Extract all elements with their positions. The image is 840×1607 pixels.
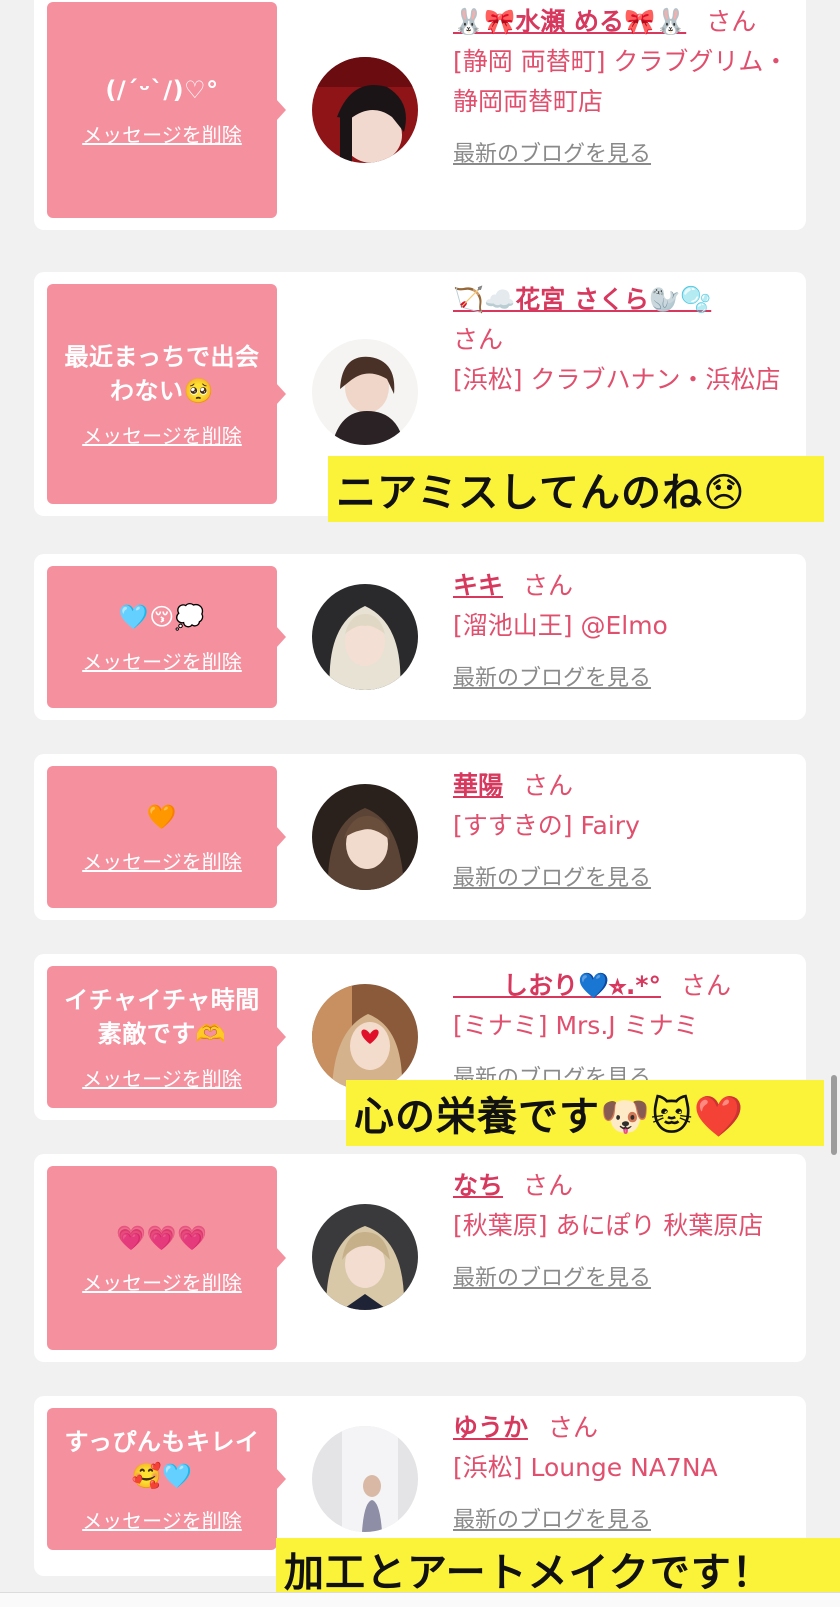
latest-blog-link[interactable]: 最新のブログを見る [453, 660, 793, 692]
caption-overlay: 心の栄養です🐶🐱❤️ [346, 1080, 824, 1146]
message-bubble: 🧡 メッセージを削除 [47, 766, 286, 908]
cast-info: しおり💙⭐︎.*° さん [ミナミ] Mrs.J ミナミ 最新のブログを見る [453, 966, 793, 1092]
san-suffix: さん [548, 1413, 599, 1442]
message-bubble: イチャイチャ時間素敵です🫶 メッセージを削除 [47, 966, 286, 1108]
delete-message-link[interactable]: メッセージを削除 [82, 846, 242, 875]
message-bubble: 最近まっちで出会わない🥺 メッセージを削除 [47, 284, 286, 504]
message-text: 💗💗💗 [116, 1223, 208, 1252]
cast-name-line: キキ さん [453, 566, 793, 606]
cast-name-link[interactable]: 華陽 [453, 771, 503, 800]
delete-message-link[interactable]: メッセージを削除 [82, 646, 242, 675]
cast-name-line: しおり💙⭐︎.*° さん [453, 966, 793, 1006]
latest-blog-link[interactable]: 最新のブログを見る [453, 1502, 793, 1534]
delete-message-link[interactable]: メッセージを削除 [82, 420, 242, 449]
message-card: 💗💗💗 メッセージを削除 なち さん [秋葉原] あにぽり 秋葉原店 最新のブログ… [34, 1154, 806, 1362]
cast-info: 🐰🎀水瀬 める🎀🐰 さん [静岡 両替町] クラブグリム・静岡両替町店 最新のブロ… [453, 2, 793, 168]
cast-name-line: 華陽 さん [453, 766, 793, 806]
message-bubble: (/ˊᵕˋ/)♡° メッセージを削除 [47, 2, 286, 218]
san-suffix: さん [706, 7, 757, 36]
avatar[interactable] [312, 984, 418, 1090]
cast-name-link[interactable]: しおり💙⭐︎.*° [453, 971, 661, 1000]
cast-info: 華陽 さん [すすきの] Fairy 最新のブログを見る [453, 766, 793, 892]
cast-name-link[interactable]: キキ [453, 571, 503, 600]
cast-name-link[interactable]: なち [453, 1171, 503, 1200]
message-bubble: 💗💗💗 メッセージを削除 [47, 1166, 286, 1350]
message-text: イチャイチャ時間素敵です🫶 [64, 985, 260, 1048]
message-text: (/ˊᵕˋ/)♡° [105, 75, 219, 104]
shop-info: [ミナミ] Mrs.J ミナミ [453, 1011, 699, 1040]
delete-message-link[interactable]: メッセージを削除 [82, 1505, 242, 1534]
san-suffix: さん [680, 971, 731, 1000]
cast-name-line: ゆうか さん [453, 1408, 793, 1448]
bottom-bar [0, 1592, 840, 1607]
shop-info: [溜池山王] @Elmo [453, 611, 668, 640]
avatar[interactable] [312, 784, 418, 890]
caption-overlay: ニアミスしてんのね😞 [328, 456, 824, 522]
shop-info: [秋葉原] あにぽり 秋葉原店 [453, 1211, 764, 1240]
message-card: 🩵😚💭 メッセージを削除 キキ さん [溜池山王] @Elmo 最新のブログを見る [34, 554, 806, 720]
shop-info: [浜松] クラブハナン・浜松店 [453, 365, 781, 394]
shop-info: [すすきの] Fairy [453, 811, 640, 840]
cast-name-line: なち さん [453, 1166, 793, 1206]
avatar[interactable] [312, 1204, 418, 1310]
avatar[interactable] [312, 339, 418, 445]
scrollbar[interactable] [831, 1075, 837, 1155]
message-text: 🩵😚💭 [118, 602, 206, 631]
message-card: 🧡 メッセージを削除 華陽 さん [すすきの] Fairy 最新のブログを見る [34, 754, 806, 920]
cast-info: キキ さん [溜池山王] @Elmo 最新のブログを見る [453, 566, 793, 692]
delete-message-link[interactable]: メッセージを削除 [82, 119, 242, 148]
cast-info: なち さん [秋葉原] あにぽり 秋葉原店 最新のブログを見る [453, 1166, 793, 1292]
latest-blog-link[interactable]: 最新のブログを見る [453, 1260, 793, 1292]
cast-name-link[interactable]: 🐰🎀水瀬 める🎀🐰 [453, 7, 686, 36]
message-bubble: すっぴんもキレイ🥰🩵 メッセージを削除 [47, 1408, 286, 1550]
cast-name-link[interactable]: 🏹☁️花宮 さくら🦭🫧 [453, 285, 711, 314]
avatar[interactable] [312, 1426, 418, 1532]
san-suffix: さん [523, 571, 574, 600]
message-bubble: 🩵😚💭 メッセージを削除 [47, 566, 286, 708]
message-card: (/ˊᵕˋ/)♡° メッセージを削除 🐰🎀水瀬 める🎀🐰 さん [静岡 両替町] … [34, 0, 806, 230]
avatar[interactable] [312, 584, 418, 690]
message-text: すっぴんもキレイ🥰🩵 [64, 1427, 260, 1490]
message-text: 🧡 [146, 802, 178, 831]
latest-blog-link[interactable]: 最新のブログを見る [453, 860, 793, 892]
cast-name-line: 🐰🎀水瀬 める🎀🐰 さん [453, 2, 793, 42]
san-suffix: さん [453, 325, 504, 354]
latest-blog-link[interactable]: 最新のブログを見る [453, 136, 793, 168]
cast-info: ゆうか さん [浜松] Lounge NA7NA 最新のブログを見る [453, 1408, 793, 1534]
cast-info: 🏹☁️花宮 さくら🦭🫧 さん [浜松] クラブハナン・浜松店 [453, 280, 793, 400]
delete-message-link[interactable]: メッセージを削除 [82, 1267, 242, 1296]
delete-message-link[interactable]: メッセージを削除 [82, 1063, 242, 1092]
san-suffix: さん [523, 771, 574, 800]
san-suffix: さん [523, 1171, 574, 1200]
shop-info: [浜松] Lounge NA7NA [453, 1453, 718, 1482]
caption-overlay: 加工とアートメイクです！ [276, 1538, 840, 1600]
cast-name-line: 🏹☁️花宮 さくら🦭🫧 さん [453, 280, 793, 360]
shop-info: [静岡 両替町] クラブグリム・静岡両替町店 [453, 47, 789, 116]
cast-name-link[interactable]: ゆうか [453, 1413, 528, 1442]
avatar[interactable] [312, 57, 418, 163]
message-text: 最近まっちで出会わない🥺 [64, 342, 260, 405]
